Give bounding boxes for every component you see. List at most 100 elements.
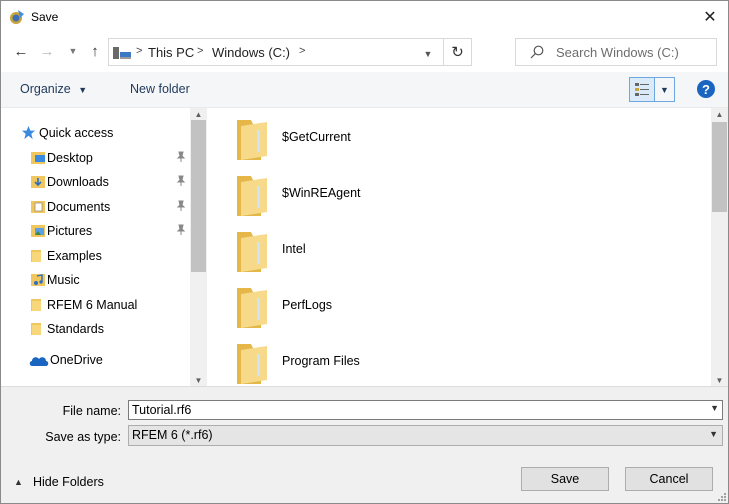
recent-locations-button[interactable]: ▼ [63, 41, 83, 61]
list-item[interactable]: $WinREAgent [237, 172, 677, 228]
search-placeholder: Search Windows (C:) [556, 45, 679, 60]
list-item[interactable]: Intel [237, 228, 677, 284]
music-folder-icon [31, 274, 45, 286]
back-button[interactable]: ← [11, 41, 31, 61]
scroll-down-icon[interactable]: ▼ [190, 374, 207, 386]
breadcrumb-this-pc[interactable]: This PC [148, 45, 194, 60]
new-folder-button[interactable]: New folder [130, 82, 190, 96]
desktop-folder-icon [31, 152, 45, 164]
close-button[interactable]: ✕ [692, 1, 728, 32]
help-icon: ? [702, 81, 710, 97]
chevron-down-icon: ▼ [660, 84, 669, 95]
nav-item-music[interactable]: Music [1, 269, 189, 291]
save-type-select[interactable]: RFEM 6 (*.rf6) ▼ [128, 425, 723, 446]
file-list: $GetCurrent $WinREAgent Intel PerfLogs P… [207, 108, 728, 386]
folder-icon [237, 176, 267, 216]
pin-icon [176, 175, 186, 186]
search-icon [530, 45, 544, 59]
onedrive-cloud-icon [29, 357, 49, 366]
help-button[interactable]: ? [697, 80, 715, 98]
scrollbar-thumb[interactable] [712, 122, 727, 212]
breadcrumb-separator: > [197, 45, 204, 57]
chevron-down-icon: ▼ [68, 46, 78, 56]
arrow-right-icon: → [39, 42, 55, 60]
view-options-dropdown[interactable]: ▼ [655, 77, 675, 102]
save-type-label: Save as type: [45, 430, 121, 444]
resize-grip-icon[interactable] [716, 491, 726, 501]
folder-icon [237, 288, 267, 328]
folder-icon [31, 323, 41, 335]
chevron-down-icon: ▼ [709, 429, 718, 439]
nav-item-documents[interactable]: Documents [1, 196, 189, 218]
refresh-button[interactable]: ↻ [443, 39, 471, 65]
save-type-value: RFEM 6 (*.rf6) [132, 428, 213, 442]
window-title: Save [31, 10, 59, 24]
list-item[interactable]: $GetCurrent [237, 116, 677, 172]
folder-icon [237, 120, 267, 160]
nav-scrollbar[interactable]: ▲ ▼ [190, 108, 207, 386]
file-name: Program Files [282, 354, 360, 368]
save-options-panel: File name: Tutorial.rf6 ▼ Save as type: … [1, 386, 728, 503]
folder-icon [31, 299, 41, 311]
file-name-value: Tutorial.rf6 [132, 403, 192, 417]
pictures-folder-icon [31, 225, 45, 237]
breadcrumb-separator: > [136, 45, 143, 57]
save-button[interactable]: Save [521, 467, 609, 491]
close-icon: ✕ [703, 8, 717, 26]
nav-label: Pictures [47, 224, 93, 238]
nav-label: Music [47, 273, 80, 287]
change-view-button[interactable] [629, 77, 655, 102]
scroll-up-icon[interactable]: ▲ [711, 108, 728, 120]
arrow-left-icon: ← [13, 42, 29, 60]
folder-icon [237, 344, 267, 384]
nav-item-quick-access[interactable]: Quick access [1, 122, 189, 144]
command-bar: Organize ▼ New folder ▼ ? [1, 72, 728, 108]
cancel-button[interactable]: Cancel [625, 467, 713, 491]
pin-icon [176, 224, 186, 235]
chevron-down-icon: ▼ [78, 85, 88, 95]
file-name-label: File name: [62, 404, 121, 418]
save-dialog: Save ✕ ← → ▼ ↑ > This PC > Windows (C:) … [0, 0, 729, 504]
address-dropdown-button[interactable]: ▼ [421, 47, 435, 61]
nav-label: OneDrive [50, 353, 103, 367]
navigation-bar: ← → ▼ ↑ > This PC > Windows (C:) > ▼ ↻ S… [1, 33, 728, 71]
file-name: $GetCurrent [282, 130, 351, 144]
scrollbar-thumb[interactable] [191, 120, 206, 272]
list-item[interactable]: PerfLogs [237, 284, 677, 340]
folder-icon [31, 250, 41, 262]
file-name: PerfLogs [282, 298, 333, 312]
nav-label: Examples [47, 249, 102, 263]
scroll-up-icon[interactable]: ▲ [190, 108, 207, 120]
nav-item-rfem-6-manual[interactable]: RFEM 6 Manual [1, 294, 189, 316]
address-bar[interactable]: > This PC > Windows (C:) > ▼ ↻ [108, 38, 472, 66]
chevron-down-icon[interactable]: ▼ [710, 403, 719, 413]
nav-item-standards[interactable]: Standards [1, 318, 189, 340]
up-button[interactable]: ↑ [85, 41, 105, 61]
organize-label: Organize [20, 82, 71, 96]
hide-folders-label: Hide Folders [33, 475, 104, 489]
details-view-icon [635, 83, 649, 96]
folder-icon [237, 232, 267, 272]
scroll-down-icon[interactable]: ▼ [711, 374, 728, 386]
pin-icon [176, 151, 186, 162]
nav-label: Downloads [47, 175, 109, 189]
breadcrumb-windows-c[interactable]: Windows (C:) [212, 45, 290, 60]
breadcrumb-separator[interactable]: > [299, 45, 305, 57]
pin-icon [176, 200, 186, 211]
this-pc-icon [113, 47, 131, 59]
search-box[interactable]: Search Windows (C:) [515, 38, 717, 66]
star-icon [21, 125, 36, 140]
organize-button[interactable]: Organize ▼ [20, 82, 87, 96]
downloads-folder-icon [31, 176, 45, 188]
forward-button[interactable]: → [37, 41, 57, 61]
nav-item-onedrive[interactable]: OneDrive [1, 349, 189, 371]
nav-item-pictures[interactable]: Pictures [1, 220, 189, 242]
nav-item-desktop[interactable]: Desktop [1, 147, 189, 169]
nav-item-examples[interactable]: Examples [1, 245, 189, 267]
file-list-scrollbar[interactable]: ▲ ▼ [711, 108, 728, 386]
nav-label: Desktop [47, 151, 93, 165]
documents-folder-icon [31, 201, 45, 213]
nav-item-downloads[interactable]: Downloads [1, 171, 189, 193]
navigation-pane: Quick access Desktop Downloads Documents… [1, 108, 207, 386]
file-name-field[interactable]: Tutorial.rf6 ▼ [128, 400, 723, 420]
